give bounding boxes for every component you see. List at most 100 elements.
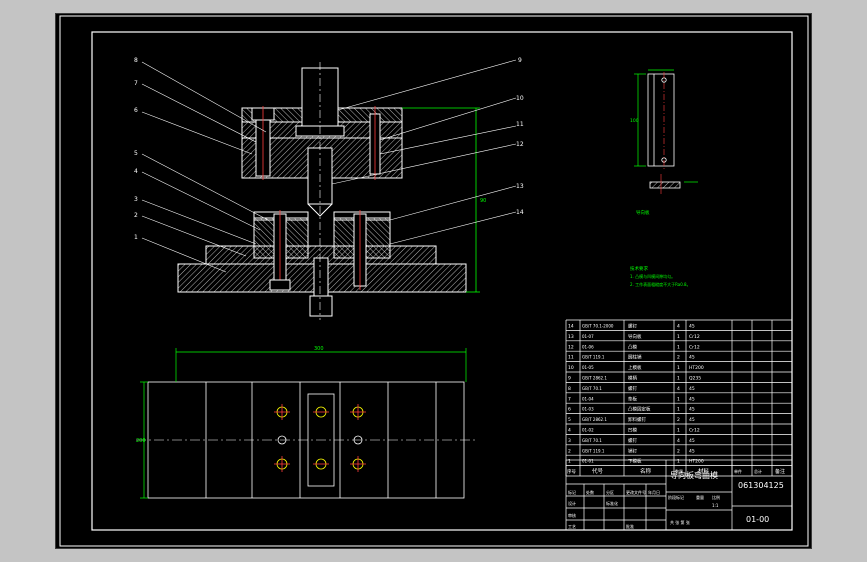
bom-row-material: 45 xyxy=(689,417,695,423)
bom-row-no: 8 xyxy=(568,386,571,392)
bom-header-code: 代号 xyxy=(592,467,604,475)
svg-text:标准化: 标准化 xyxy=(606,500,618,506)
bom-row-name: 圆柱销 xyxy=(628,354,642,361)
bom-row-name: 下模板 xyxy=(628,458,642,465)
detail-dimensions xyxy=(634,69,698,183)
callout-3: 3 xyxy=(134,196,138,203)
bom-row-material: 45 xyxy=(689,324,695,330)
callout-4: 4 xyxy=(134,168,138,175)
bom-row-material: 45 xyxy=(689,386,695,392)
svg-text:1:1: 1:1 xyxy=(712,503,719,508)
dim-height-label: 90 xyxy=(480,198,486,204)
bom-row-name: 凸模固定板 xyxy=(628,406,651,413)
plan-dim-width: 300 xyxy=(314,346,324,352)
callout-2: 2 xyxy=(134,212,138,219)
drawing-code: 061304125 xyxy=(738,481,784,490)
bom-row-qty: 1 xyxy=(677,344,680,350)
bom-row-name: 销钉 xyxy=(628,447,637,454)
drawing-canvas: 90 8 7 6 5 4 3 2 1 9 10 11 12 13 14 100 … xyxy=(59,15,809,547)
callout-1: 1 xyxy=(134,234,138,241)
bom-row-no: 14 xyxy=(568,324,574,330)
tech-req-2: 2. 工作表面粗糙度不大于Ra0.8。 xyxy=(630,281,691,287)
bom-header-total-weight: 总计 xyxy=(754,468,762,474)
svg-text:批准: 批准 xyxy=(626,523,634,529)
bom-row-material: HT200 xyxy=(689,459,704,465)
bom-row-code: GB/T 70.1 xyxy=(582,438,602,443)
svg-text:工艺: 工艺 xyxy=(568,524,576,529)
bom-header-no: 序号 xyxy=(567,468,576,475)
plan-dimensions xyxy=(140,348,467,499)
svg-text:处数: 处数 xyxy=(586,489,594,495)
plan-dim-height: 200 xyxy=(136,438,146,444)
svg-text:标记: 标记 xyxy=(568,489,576,495)
bom-row-no: 5 xyxy=(568,417,571,423)
front-section-view xyxy=(177,62,467,320)
bom-row-code: 01-01 xyxy=(582,459,594,464)
bom-row-qty: 2 xyxy=(677,417,680,423)
plan-view xyxy=(136,381,476,499)
bom-row-material: Cr12 xyxy=(689,334,700,340)
bom-row-code: GB/T 2862.1 xyxy=(582,417,607,422)
bom-row-material: 45 xyxy=(689,396,695,402)
bom-row-qty: 4 xyxy=(677,438,680,444)
bom-row-qty: 4 xyxy=(677,324,680,330)
callout-11: 11 xyxy=(516,121,524,128)
cad-viewport[interactable]: 90 8 7 6 5 4 3 2 1 9 10 11 12 13 14 100 … xyxy=(55,13,812,549)
callout-6: 6 xyxy=(134,107,138,114)
svg-text:共 张 第 张: 共 张 第 张 xyxy=(670,519,690,525)
detail-view xyxy=(647,72,681,194)
bom-row-code: 01-03 xyxy=(582,407,594,412)
svg-text:更改文件号: 更改文件号 xyxy=(626,489,646,495)
bom-row-name: 凸模 xyxy=(628,343,637,350)
bom-row-name: 模柄 xyxy=(628,375,637,382)
plan-holes xyxy=(274,404,366,472)
bom-row-no: 4 xyxy=(568,428,571,434)
bom-row-qty: 1 xyxy=(677,407,680,413)
bom-row-material: Q235 xyxy=(689,376,701,382)
callout-14: 14 xyxy=(516,209,524,216)
bom-row-name: 垫板 xyxy=(628,395,637,402)
title-block-text: 标记 处数 分区 更改文件号 年月日 设计 标准化 审核 工艺 批准 阶段标记 … xyxy=(568,489,720,529)
bom-row-no: 12 xyxy=(568,344,574,350)
bom-row-qty: 1 xyxy=(677,376,680,382)
svg-text:重量: 重量 xyxy=(696,494,704,500)
bom-row-qty: 1 xyxy=(677,365,680,371)
bom-row-code: GB/T 119.1 xyxy=(582,448,605,453)
callout-9: 9 xyxy=(518,57,522,64)
bom-row-name: 上模板 xyxy=(628,364,642,371)
bom-row-qty: 1 xyxy=(677,428,680,434)
bom-row-no: 13 xyxy=(568,334,574,340)
detail-part xyxy=(647,73,675,167)
detail-caption: 导向板 xyxy=(636,209,650,216)
callout-10: 10 xyxy=(516,95,524,102)
bom-row-name: 螺钉 xyxy=(628,385,637,392)
detail-dim-label: 100 xyxy=(630,118,639,124)
bom-row-material: 45 xyxy=(689,438,695,444)
bom-row-material: HT200 xyxy=(689,365,704,371)
bom-row-code: GB/T 119.1 xyxy=(582,355,605,360)
bom-row-no: 9 xyxy=(568,376,571,382)
svg-text:设计: 设计 xyxy=(568,500,576,506)
bom-row-code: 01-04 xyxy=(582,396,594,401)
bom-row-name: 导向板 xyxy=(628,333,642,340)
bom-row-code: 01-07 xyxy=(582,334,594,339)
bom-row-code: GB/T 70.1-2000 xyxy=(582,324,614,329)
ejector-head xyxy=(309,295,333,317)
detail-section xyxy=(649,181,681,189)
bom-row-qty: 2 xyxy=(677,448,680,454)
svg-text:阶段标记: 阶段标记 xyxy=(668,494,684,500)
bom-row-name: 螺钉 xyxy=(628,437,637,444)
bom-row-material: Cr12 xyxy=(689,428,700,434)
tech-req-title: 技术要求 xyxy=(630,265,648,272)
svg-text:分区: 分区 xyxy=(606,489,614,495)
drawing-number: 01-00 xyxy=(746,515,769,524)
tech-req-1: 1. 凸模与凹模间隙均匀。 xyxy=(630,273,675,279)
svg-text:年月日: 年月日 xyxy=(648,489,660,495)
drawing-title: 导向板弯曲模 xyxy=(670,470,718,480)
bom-row-no: 10 xyxy=(568,365,574,371)
svg-text:比例: 比例 xyxy=(712,494,720,500)
bom-row-qty: 1 xyxy=(677,396,680,402)
callout-13: 13 xyxy=(516,183,524,190)
bom-row-material: 45 xyxy=(689,355,695,361)
bom-row-no: 7 xyxy=(568,396,571,402)
